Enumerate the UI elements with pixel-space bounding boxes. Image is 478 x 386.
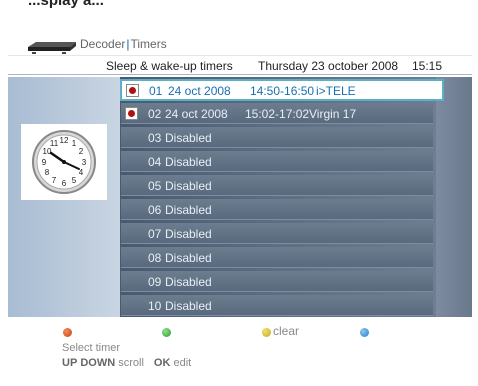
record-icon (126, 84, 139, 97)
timer-row-09[interactable]: 09 Disabled (121, 271, 433, 292)
timer-row-03[interactable]: 03 Disabled (121, 127, 433, 148)
nav-ok-key: OK (153, 357, 171, 369)
set-top-box-icon (28, 42, 76, 54)
timer-row-07[interactable]: 07 Disabled (121, 223, 433, 244)
timer-number: 07 (148, 227, 162, 241)
timer-row-01[interactable]: 01 24 oct 2008 14:50-16:50 i>TELE (120, 79, 444, 101)
timer-row-04[interactable]: 04 Disabled (121, 151, 433, 172)
red-key-hint: Select timer (62, 342, 121, 354)
timer-status: Disabled (165, 251, 212, 265)
timer-number: 10 (148, 299, 162, 313)
green-key-icon[interactable] (162, 328, 171, 337)
timer-status: Disabled (165, 275, 212, 289)
svg-text:8: 8 (45, 168, 50, 177)
timer-time: 15:02-17:02 (245, 107, 310, 121)
svg-text:2: 2 (79, 147, 84, 156)
timer-number: 01 (149, 84, 163, 98)
right-panel-background (436, 77, 472, 317)
timer-number: 08 (148, 251, 162, 265)
timer-status: Disabled (165, 179, 212, 193)
breadcrumb-timers[interactable]: Timers (130, 37, 166, 51)
nav-down-key: DOWN (80, 357, 116, 369)
timer-status: Disabled (165, 203, 212, 217)
timer-status: Disabled (165, 299, 212, 313)
svg-text:7: 7 (52, 176, 57, 185)
clear-button-label[interactable]: clear (273, 324, 299, 338)
timer-row-06[interactable]: 06 Disabled (121, 199, 433, 220)
timer-status: Disabled (165, 227, 212, 241)
timer-row-05[interactable]: 05 Disabled (121, 175, 433, 196)
timer-status: Disabled (165, 155, 212, 169)
wall-clock-icon: 12 1 2 3 4 5 6 7 8 9 10 11 (32, 130, 96, 194)
timer-number: 04 (148, 155, 162, 169)
current-time: 15:15 (412, 59, 443, 73)
timer-number: 06 (148, 203, 162, 217)
svg-text:6: 6 (62, 179, 67, 188)
red-key-icon[interactable] (63, 328, 72, 337)
nav-edit-label: edit (173, 357, 192, 369)
timer-status: Disabled (165, 131, 212, 145)
svg-text:9: 9 (42, 158, 47, 167)
svg-text:12: 12 (60, 136, 69, 145)
header-bar (8, 55, 472, 75)
svg-text:10: 10 (43, 147, 52, 156)
record-icon (125, 107, 138, 120)
navigation-hint: UP DOWN scroll OK edit (62, 357, 191, 369)
timer-number: 05 (148, 179, 162, 193)
timer-channel: i>TELE (316, 84, 356, 98)
nav-up-key: UP (62, 357, 78, 369)
svg-text:5: 5 (72, 176, 77, 185)
breadcrumb-decoder[interactable]: Decoder (80, 37, 125, 51)
current-date: Thursday 23 october 2008 (258, 59, 399, 73)
clock-panel: 12 1 2 3 4 5 6 7 8 9 10 11 (21, 124, 107, 200)
breadcrumb: Decoder|Timers (80, 37, 167, 51)
yellow-key-icon[interactable] (262, 328, 271, 337)
timer-row-02[interactable]: 02 24 oct 2008 15:02-17:02 Virgin 17 (121, 103, 433, 124)
svg-text:11: 11 (50, 139, 59, 148)
svg-text:1: 1 (72, 139, 77, 148)
clipped-top-text-container: ...splay a... (0, 0, 120, 10)
nav-scroll-label: scroll (118, 357, 144, 369)
timer-date: 24 oct 2008 (168, 84, 231, 98)
blue-key-icon[interactable] (360, 328, 369, 337)
timer-row-10[interactable]: 10 Disabled (121, 295, 433, 316)
svg-text:3: 3 (82, 158, 87, 167)
timer-channel: Virgin 17 (309, 107, 357, 121)
page-title: Sleep & wake-up timers (106, 59, 233, 73)
clipped-top-text: ...splay a... (28, 0, 104, 9)
timer-number: 02 (148, 107, 162, 121)
timer-date: 24 oct 2008 (165, 107, 228, 121)
timer-row-08[interactable]: 08 Disabled (121, 247, 433, 268)
timer-time: 14:50-16:50 (250, 84, 315, 98)
timer-number: 03 (148, 131, 162, 145)
timer-number: 09 (148, 275, 162, 289)
